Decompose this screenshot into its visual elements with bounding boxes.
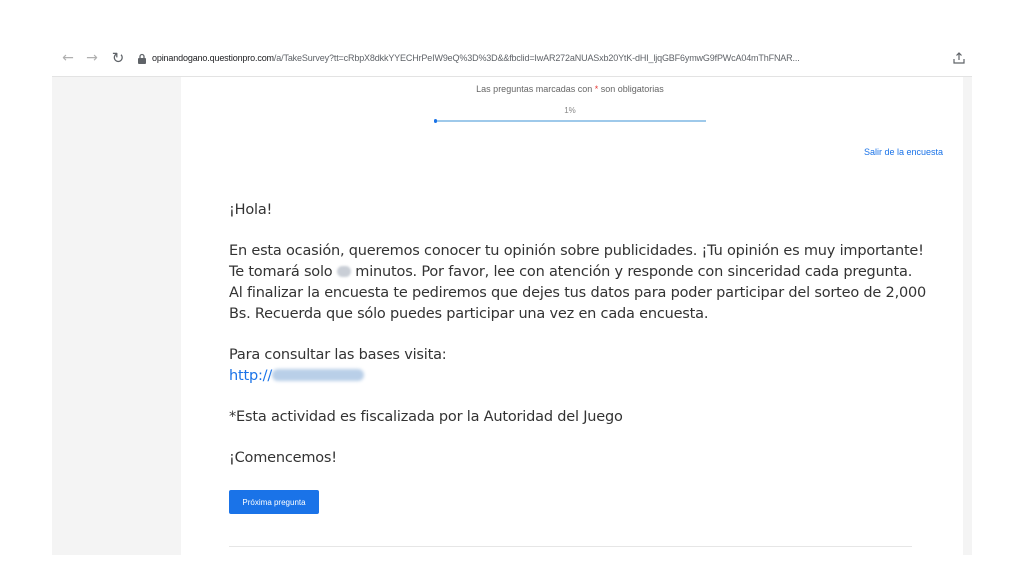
next-question-button[interactable]: Próxima pregunta: [229, 490, 319, 514]
browser-toolbar: ← → ↻ opinandogano.questionpro.com/a/Tak…: [52, 42, 972, 77]
intro-line-3: Al finalizar la encuesta te pediremos qu…: [229, 285, 927, 301]
url-host: opinandogano.questionpro.com: [152, 53, 274, 63]
lock-icon[interactable]: [136, 53, 148, 65]
address-bar[interactable]: opinandogano.questionpro.com/a/TakeSurve…: [152, 51, 934, 65]
url-path: /a/TakeSurvey?tt=cRbpX8dkkYYECHrPeIW9eQ%…: [273, 53, 800, 63]
back-arrow-icon[interactable]: ←: [58, 48, 78, 68]
redacted-minutes: [336, 266, 351, 277]
share-icon[interactable]: [952, 51, 966, 65]
bases-link-prefix[interactable]: http://: [229, 368, 272, 384]
required-note: Las preguntas marcadas con * son obligat…: [434, 84, 706, 94]
intro-line-2: Te tomará solo minutos. Por favor, lee c…: [229, 262, 929, 283]
survey-intro: ¡Hola! En esta ocasión, queremos conocer…: [229, 200, 929, 469]
intro-paragraph: En esta ocasión, queremos conocer tu opi…: [229, 241, 929, 325]
progress-percent: 1%: [564, 106, 576, 115]
progress-bar: [434, 119, 706, 123]
required-note-suffix: son obligatorias: [598, 84, 664, 94]
bases-link[interactable]: http://: [229, 366, 929, 387]
start-label: ¡Comencemos!: [229, 450, 337, 466]
required-note-prefix: Las preguntas marcadas con: [476, 84, 595, 94]
intro-line-2-start: Te tomará solo: [229, 264, 337, 280]
progress-fill: [434, 119, 437, 123]
bases-label: Para consultar las bases visita:: [229, 347, 447, 363]
greeting: ¡Hola!: [229, 202, 273, 218]
exit-survey-link[interactable]: Salir de la encuesta: [864, 147, 943, 157]
reload-icon[interactable]: ↻: [108, 48, 128, 68]
divider: [229, 546, 912, 547]
intro-line-1: En esta ocasión, queremos conocer tu opi…: [229, 243, 924, 259]
redacted-link[interactable]: [272, 369, 365, 381]
intro-line-2-end: minutos. Por favor, lee con atención y r…: [350, 264, 913, 280]
forward-arrow-icon[interactable]: →: [82, 48, 102, 68]
intro-line-4: Bs. Recuerda que sólo puedes participar …: [229, 306, 709, 322]
fiscal-note: *Esta actividad es fiscalizada por la Au…: [229, 409, 623, 425]
